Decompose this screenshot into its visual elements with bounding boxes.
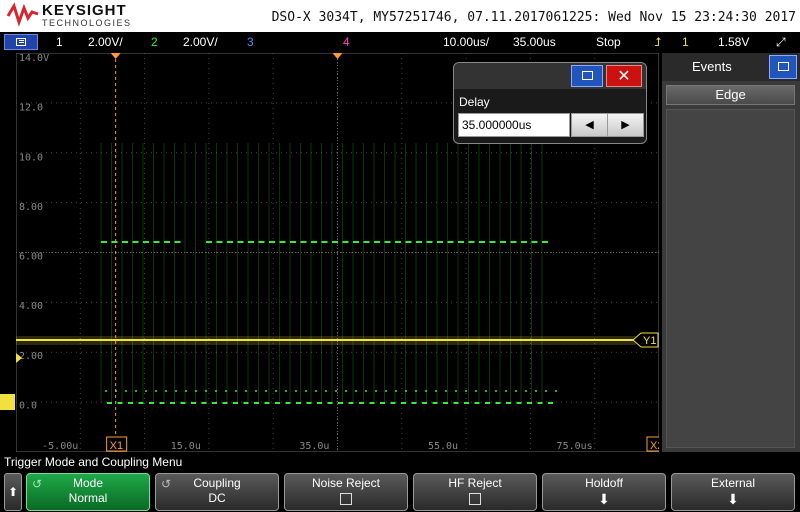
- trigger-level[interactable]: 1.58V: [718, 35, 749, 49]
- keysight-logo-icon: [6, 2, 39, 27]
- ch2-number[interactable]: 2: [151, 35, 158, 49]
- y-tick-label: 12.0: [19, 103, 43, 114]
- knob-icon: ↺: [32, 477, 43, 491]
- title-bar: KEYSIGHT TECHNOLOGIES DSO-X 3034T, MY572…: [0, 0, 800, 32]
- delay-readout[interactable]: 35.00us: [513, 35, 556, 49]
- status-bar: 1 2.00V/ 2 2.00V/ 3 4 10.00us/ 35.00us S…: [0, 32, 800, 52]
- menu-up-button[interactable]: ⬆: [4, 473, 22, 511]
- x-tick-label: 75.0us: [557, 441, 593, 452]
- down-arrow-icon: ⬇: [727, 491, 739, 507]
- ch1-ground-marker[interactable]: [0, 394, 15, 410]
- ch1-scale[interactable]: 2.00V/: [88, 35, 123, 49]
- dialog-close-button[interactable]: ✕: [606, 65, 642, 87]
- y-tick-label: 6.00: [19, 252, 43, 263]
- cursor-y1-label: Y1: [643, 335, 656, 347]
- x-tick-label: 35.0u: [299, 441, 329, 452]
- events-list[interactable]: [666, 109, 795, 448]
- holdoff-label: Holdoff: [585, 476, 623, 490]
- run-state[interactable]: Stop: [596, 35, 621, 49]
- delay-label: Delay: [459, 95, 490, 109]
- external-softkey[interactable]: External ⬇: [671, 473, 795, 511]
- events-filter-button[interactable]: Edge: [666, 85, 795, 105]
- noise-reject-softkey[interactable]: Noise Reject: [284, 473, 408, 511]
- down-arrow-icon: ⬇: [598, 491, 610, 507]
- external-label: External: [710, 476, 756, 490]
- y-tick-label: 2.00: [19, 351, 43, 362]
- holdoff-softkey[interactable]: Holdoff ⬇: [542, 473, 666, 511]
- timebase[interactable]: 10.00us/: [443, 35, 489, 49]
- x-tick-label: -5.00u: [42, 441, 78, 452]
- ch1-waveform: [16, 336, 636, 345]
- delay-increment-button[interactable]: ▶: [607, 113, 644, 137]
- main-menu-button[interactable]: [4, 34, 38, 50]
- softkey-bar: Trigger Mode and Coupling Menu ⬆ ↺ Mode …: [0, 452, 800, 512]
- ch2-scale[interactable]: 2.00V/: [183, 35, 218, 49]
- delay-dialog: ✕ Delay 35.000000us ◀ ▶: [453, 62, 647, 144]
- y-tick-label: 4.00: [19, 301, 43, 312]
- noise-reject-label: Noise Reject: [311, 476, 381, 490]
- brand-name: KEYSIGHT: [42, 2, 127, 19]
- events-menu-button[interactable]: [769, 55, 797, 79]
- events-panel: Events Edge: [662, 53, 800, 452]
- ch3-number[interactable]: 3: [247, 35, 254, 49]
- coupling-label: Coupling: [193, 476, 241, 490]
- device-info: DSO-X 3034T, MY57251746, 07.11.201706122…: [271, 10, 796, 25]
- hf-reject-checkbox[interactable]: [469, 493, 481, 505]
- delay-decrement-button[interactable]: ◀: [571, 113, 608, 137]
- hf-reject-softkey[interactable]: HF Reject: [413, 473, 537, 511]
- delay-input[interactable]: 35.000000us: [458, 113, 570, 137]
- y-tick-label: 10.0: [19, 152, 43, 163]
- brand-subtitle: TECHNOLOGIES: [42, 18, 132, 28]
- x-tick-label: 15.0u: [171, 441, 201, 452]
- trigger-source[interactable]: 1: [682, 35, 689, 49]
- noise-reject-checkbox[interactable]: [340, 493, 352, 505]
- touch-gesture-icon[interactable]: ⤢: [776, 35, 786, 50]
- x-tick-label: 55.0u: [428, 441, 458, 452]
- cursor-x1-label: X1: [110, 440, 123, 452]
- trigger-edge-icon: ⮥: [654, 35, 662, 49]
- menu-title: Trigger Mode and Coupling Menu: [4, 455, 183, 469]
- y-tick-label: 14.0V: [19, 53, 49, 64]
- events-title: Events: [692, 59, 732, 74]
- events-header: Events: [662, 53, 800, 81]
- ch4-number[interactable]: 4: [343, 35, 350, 49]
- mode-value: Normal: [68, 491, 108, 505]
- cursor-x2-label: X2: [650, 440, 659, 452]
- y-tick-label: 0.0: [19, 400, 37, 411]
- coupling-softkey[interactable]: ↺ Coupling DC: [155, 473, 279, 511]
- ch1-number[interactable]: 1: [56, 35, 63, 49]
- y-tick-label: 8.00: [19, 202, 43, 213]
- coupling-value: DC: [208, 491, 226, 505]
- mode-label: Mode: [72, 476, 104, 490]
- dialog-menu-button[interactable]: [571, 65, 603, 87]
- hf-reject-label: HF Reject: [448, 476, 502, 490]
- knob-icon: ↺: [161, 477, 172, 491]
- mode-softkey[interactable]: ↺ Mode Normal: [26, 473, 150, 511]
